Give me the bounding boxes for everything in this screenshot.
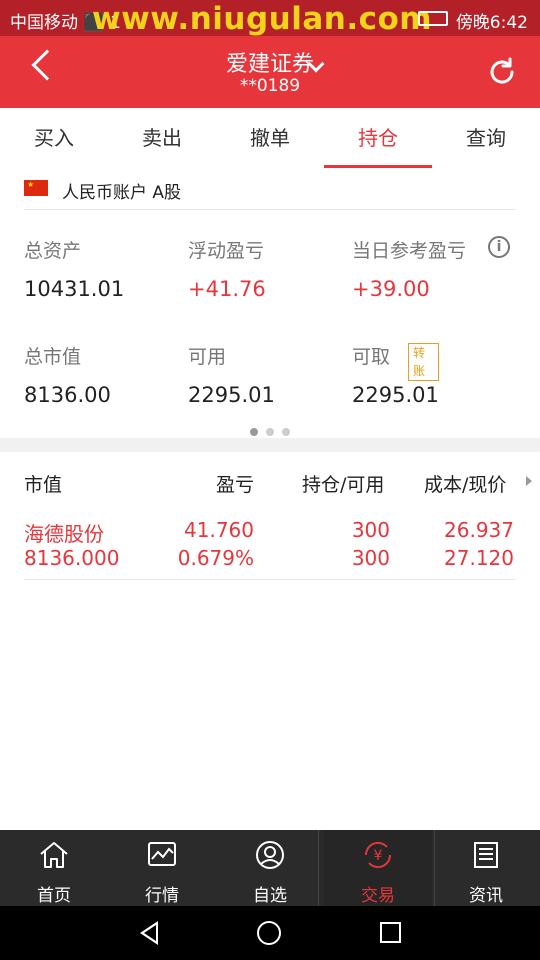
nav-news-label: 资讯 [469,886,503,906]
app-header: 爱建证券 **0189 [0,36,540,108]
news-icon [474,842,498,868]
summary-available: 可用 2295.01 [188,342,275,407]
nav-home-label: 首页 [37,886,71,906]
section-divider [0,438,540,452]
svg-text:¥: ¥ [374,848,383,864]
bottom-nav: 首页 行情 自选 ¥ 交易 资讯 [0,830,540,906]
system-back-icon[interactable] [140,921,158,945]
col-position[interactable]: 持仓/可用 [302,470,384,497]
floating-pl-label: 浮动盈亏 [188,240,265,262]
nav-market[interactable]: 行情 [108,830,216,906]
system-recents-icon[interactable] [380,922,401,943]
today-pl-label: 当日参考盈亏 [352,240,467,262]
trade-tabs: 买入 卖出 撤单 持仓 查询 [0,108,540,168]
system-nav-bar [0,906,540,960]
col-market-value[interactable]: 市值 [24,470,62,497]
nav-watchlist-label: 自选 [253,886,287,906]
stock-market-value: 8136.000 [24,546,120,570]
system-home-icon[interactable] [257,921,281,945]
account-selector[interactable]: ★ 人民币账户 A股 [24,168,516,210]
page-dot [250,428,258,436]
nav-news[interactable]: 资讯 [432,830,540,906]
yuan-icon: ¥ [364,841,392,869]
scroll-right-icon[interactable] [526,476,532,486]
transfer-button[interactable]: 转账 [408,343,439,381]
stock-available: 300 [351,546,390,570]
nav-trade[interactable]: ¥ 交易 [324,830,432,906]
account-number: **0189 [239,76,301,96]
summary-withdrawable: 可取 2295.01 转账 [352,342,439,407]
user-icon [256,841,284,869]
page-dot [282,428,290,436]
status-bar: 中国移动 ⬛ 1 www.niugulan.com 傍晚6:42 [0,0,540,37]
available-label: 可用 [188,346,227,368]
nav-watchlist[interactable]: 自选 [216,830,324,906]
broker-title[interactable]: 爱建证券 [0,46,540,78]
tab-buy[interactable]: 买入 [0,108,108,168]
stock-price: 27.120 [444,546,514,570]
watermark-text: www.niugulan.com [92,1,433,37]
info-icon[interactable]: i [488,236,510,258]
cn-flag-icon: ★ [24,180,48,196]
stock-name: 海德股份 [24,522,104,546]
account-label: 人民币账户 A股 [62,183,182,203]
clock: 傍晚6:42 [455,13,528,33]
summary-market-value: 总市值 8136.00 [24,342,111,407]
total-assets-value: 10431.01 [24,277,125,301]
stock-position: 300 [351,518,390,542]
table-row[interactable]: 海德股份 8136.000 41.760 0.679% 300 300 26.9… [24,516,516,580]
nav-trade-label: 交易 [361,886,395,906]
market-value-value: 8136.00 [24,383,111,407]
summary-today-pl: 当日参考盈亏 +39.00 i [352,236,510,301]
chart-icon [148,842,176,866]
col-cost-price[interactable]: 成本/现价 [424,470,506,497]
withdrawable-value: 2295.01 [352,383,439,407]
tab-sell[interactable]: 卖出 [108,108,216,168]
nav-home[interactable]: 首页 [0,830,108,906]
page-dot [266,428,274,436]
stock-pl-pct: 0.679% [177,546,254,570]
stock-cost: 26.937 [444,518,514,542]
summary-floating-pl: 浮动盈亏 +41.76 [188,236,266,301]
today-pl-value: +39.00 [352,277,430,301]
home-icon [40,842,68,868]
available-value: 2295.01 [188,383,275,407]
tab-query[interactable]: 查询 [432,108,540,168]
floating-pl-value: +41.76 [188,277,266,301]
holdings-header: 市值 盈亏 持仓/可用 成本/现价 [0,452,540,510]
market-value-label: 总市值 [24,346,82,368]
stock-pl: 41.760 [184,518,254,542]
tab-cancel[interactable]: 撤单 [216,108,324,168]
nav-divider [318,830,319,906]
summary-total-assets: 总资产 10431.01 [24,236,124,301]
total-assets-label: 总资产 [24,240,82,262]
col-pl[interactable]: 盈亏 [216,470,254,497]
nav-market-label: 行情 [145,886,179,906]
tab-positions[interactable]: 持仓 [324,108,432,168]
refresh-icon[interactable] [486,56,518,88]
battery-icon [418,11,448,26]
